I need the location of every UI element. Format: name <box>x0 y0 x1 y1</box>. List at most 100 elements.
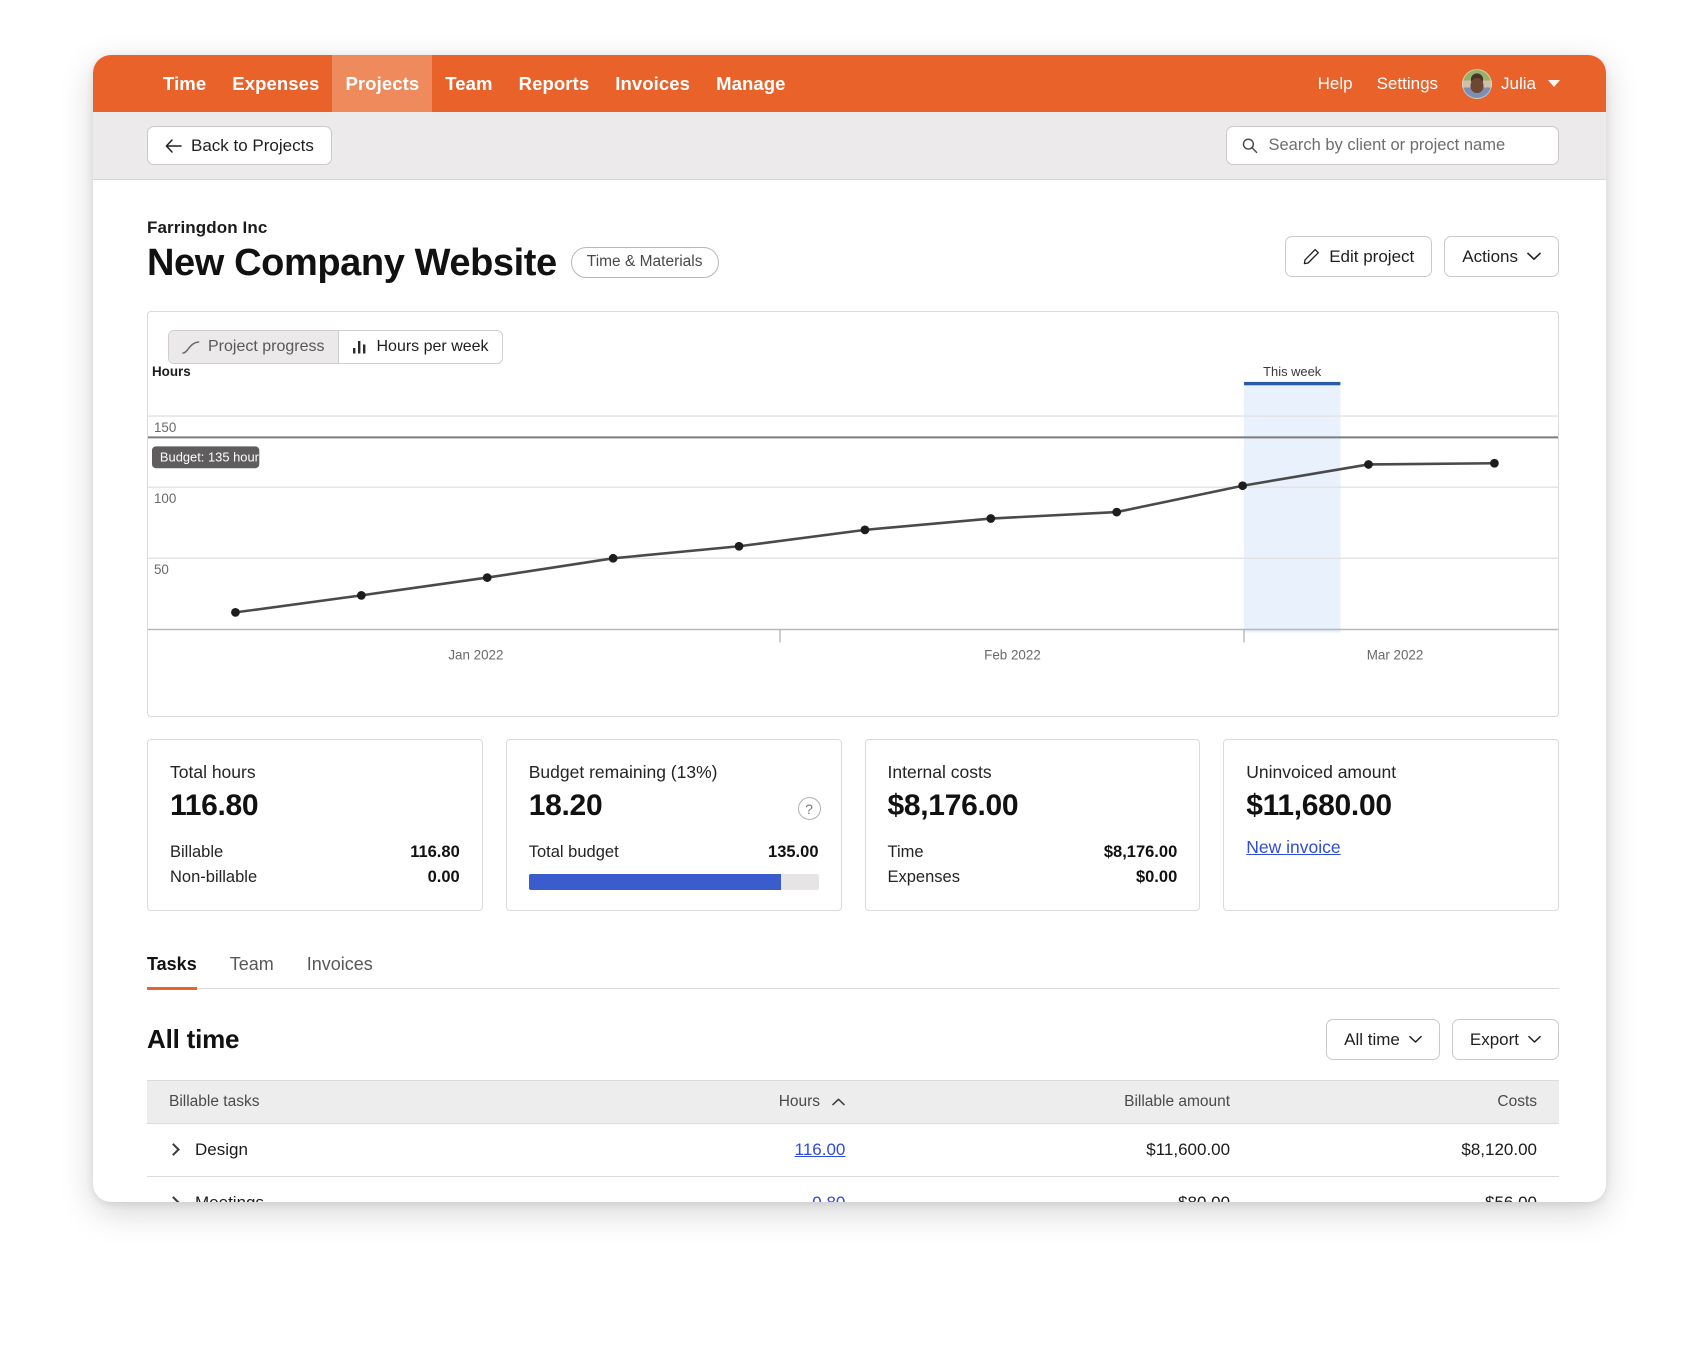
row-meetings-name[interactable]: Meetings <box>169 1193 562 1202</box>
export-button[interactable]: Export <box>1452 1019 1559 1060</box>
tasks-table-body: Design 116.00 $11,600.00 $8,120.00 <box>147 1124 1559 1202</box>
stat-row-non-billable-label: Non-billable <box>170 868 257 887</box>
new-invoice-link[interactable]: New invoice <box>1246 837 1340 858</box>
project-header: Farringdon Inc New Company Website Time … <box>147 180 1559 283</box>
row-design-billable: $11,600.00 <box>867 1124 1252 1177</box>
client-name: Farringdon Inc <box>147 218 719 238</box>
page-content: Farringdon Inc New Company Website Time … <box>93 180 1606 1202</box>
row-meetings-costs: $56.00 <box>1252 1177 1559 1202</box>
search-input[interactable] <box>1269 136 1544 155</box>
chevron-down-icon[interactable] <box>1548 80 1560 87</box>
toggle-hours-per-week[interactable]: Hours per week <box>338 331 502 363</box>
data-point <box>735 542 744 551</box>
column-hours[interactable]: Hours <box>584 1081 868 1124</box>
table-header-row: Billable tasks Hours Billable amount Cos… <box>147 1081 1559 1124</box>
stat-row-total-budget-label: Total budget <box>529 843 619 862</box>
stat-row-billable: Billable 116.80 <box>170 840 460 865</box>
search-icon <box>1242 137 1258 154</box>
data-point <box>1490 459 1499 468</box>
stat-row-expenses-value: $0.00 <box>1136 868 1177 887</box>
help-link[interactable]: Help <box>1306 74 1365 94</box>
summary-cards: Total hours 116.80 Billable 116.80 Non-b… <box>147 739 1559 911</box>
x-tick-label: Jan 2022 <box>448 648 503 663</box>
tab-tasks[interactable]: Tasks <box>147 954 197 988</box>
stat-row-billable-label: Billable <box>170 843 223 862</box>
actions-button[interactable]: Actions <box>1444 236 1559 277</box>
edit-project-button[interactable]: Edit project <box>1285 236 1432 277</box>
row-meetings-hours-link[interactable]: 0.80 <box>812 1193 845 1202</box>
nav-item-team[interactable]: Team <box>432 55 505 112</box>
x-tick-label: Feb 2022 <box>984 648 1041 663</box>
data-point <box>1112 508 1121 517</box>
data-point <box>483 573 492 582</box>
user-name-label[interactable]: Julia <box>1501 74 1548 94</box>
card-budget-remaining-label: Budget remaining (13%) <box>529 762 819 783</box>
nav-item-projects[interactable]: Projects <box>332 55 432 112</box>
x-tick-label: Mar 2022 <box>1367 648 1424 663</box>
chevron-right-icon[interactable] <box>167 1143 180 1156</box>
y-tick-label: 150 <box>154 420 176 435</box>
avatar[interactable] <box>1462 69 1492 99</box>
export-label: Export <box>1470 1030 1519 1050</box>
page-title: New Company Website <box>147 243 557 283</box>
nav-item-expenses[interactable]: Expenses <box>219 55 332 112</box>
chart-card: Project progress Hours per week This wee… <box>147 311 1559 717</box>
column-billable-amount: Billable amount <box>867 1081 1252 1124</box>
help-icon[interactable]: ? <box>798 797 821 820</box>
section-title: All time <box>147 1024 239 1055</box>
search-box[interactable] <box>1226 126 1559 165</box>
sort-ascending-icon <box>832 1093 845 1111</box>
chart-svg: This weekHours50100150Budget: 135 hoursJ… <box>148 366 1558 716</box>
sub-toolbar: Back to Projects <box>93 112 1606 180</box>
y-tick-label: 50 <box>154 563 169 578</box>
toggle-project-progress[interactable]: Project progress <box>169 331 338 363</box>
nav-item-manage[interactable]: Manage <box>703 55 798 112</box>
date-range-dropdown[interactable]: All time <box>1326 1019 1440 1060</box>
card-total-hours-label: Total hours <box>170 762 460 783</box>
stat-row-billable-value: 116.80 <box>410 843 460 862</box>
row-design-label: Design <box>195 1140 248 1160</box>
project-progress-chart: This weekHours50100150Budget: 135 hoursJ… <box>148 366 1558 716</box>
nav-item-time[interactable]: Time <box>150 55 219 112</box>
row-design-name-cell: Design <box>147 1124 584 1177</box>
secondary-nav: Help Settings Julia <box>1306 55 1606 112</box>
back-to-projects-button[interactable]: Back to Projects <box>147 126 332 165</box>
data-point <box>1364 460 1373 469</box>
data-point <box>231 608 240 617</box>
settings-link[interactable]: Settings <box>1365 74 1450 94</box>
toggle-hours-per-week-label: Hours per week <box>377 338 489 356</box>
table-row: Design 116.00 $11,600.00 $8,120.00 <box>147 1124 1559 1177</box>
data-point <box>861 526 870 535</box>
chevron-right-icon[interactable] <box>167 1196 180 1202</box>
data-point <box>1238 482 1247 491</box>
back-to-projects-label: Back to Projects <box>191 136 314 156</box>
row-design-hours-link[interactable]: 116.00 <box>795 1140 846 1159</box>
nav-item-invoices[interactable]: Invoices <box>602 55 703 112</box>
budget-progress-fill <box>529 874 781 890</box>
tab-invoices[interactable]: Invoices <box>307 954 373 988</box>
this-week-underline <box>1244 382 1340 385</box>
row-meetings-name-cell: Meetings <box>147 1177 584 1202</box>
title-line: New Company Website Time & Materials <box>147 238 719 283</box>
column-costs: Costs <box>1252 1081 1559 1124</box>
app-window: Time Expenses Projects Team Reports Invo… <box>93 55 1606 1202</box>
actions-label: Actions <box>1462 247 1518 267</box>
card-total-hours-rows: Billable 116.80 Non-billable 0.00 <box>170 840 460 890</box>
this-week-highlight-band <box>1244 384 1340 633</box>
row-design-name[interactable]: Design <box>169 1140 562 1160</box>
line-chart-icon <box>182 341 200 354</box>
chart-view-toggle: Project progress Hours per week <box>168 330 503 364</box>
tab-team[interactable]: Team <box>230 954 274 988</box>
tasks-section-header: All time All time Export <box>147 1019 1559 1060</box>
section-header-actions: All time Export <box>1326 1019 1559 1060</box>
tasks-table-head: Billable tasks Hours Billable amount Cos… <box>147 1081 1559 1124</box>
row-meetings-billable: $80.00 <box>867 1177 1252 1202</box>
card-total-hours: Total hours 116.80 Billable 116.80 Non-b… <box>147 739 483 911</box>
date-range-label: All time <box>1344 1030 1400 1050</box>
top-navigation-bar: Time Expenses Projects Team Reports Invo… <box>93 55 1606 112</box>
nav-item-reports[interactable]: Reports <box>506 55 603 112</box>
pencil-icon <box>1303 248 1320 265</box>
screenshot-root: Time Expenses Projects Team Reports Invo… <box>0 0 1700 1364</box>
row-meetings-label: Meetings <box>195 1193 264 1202</box>
card-internal-costs-rows: Time $8,176.00 Expenses $0.00 <box>888 840 1178 890</box>
